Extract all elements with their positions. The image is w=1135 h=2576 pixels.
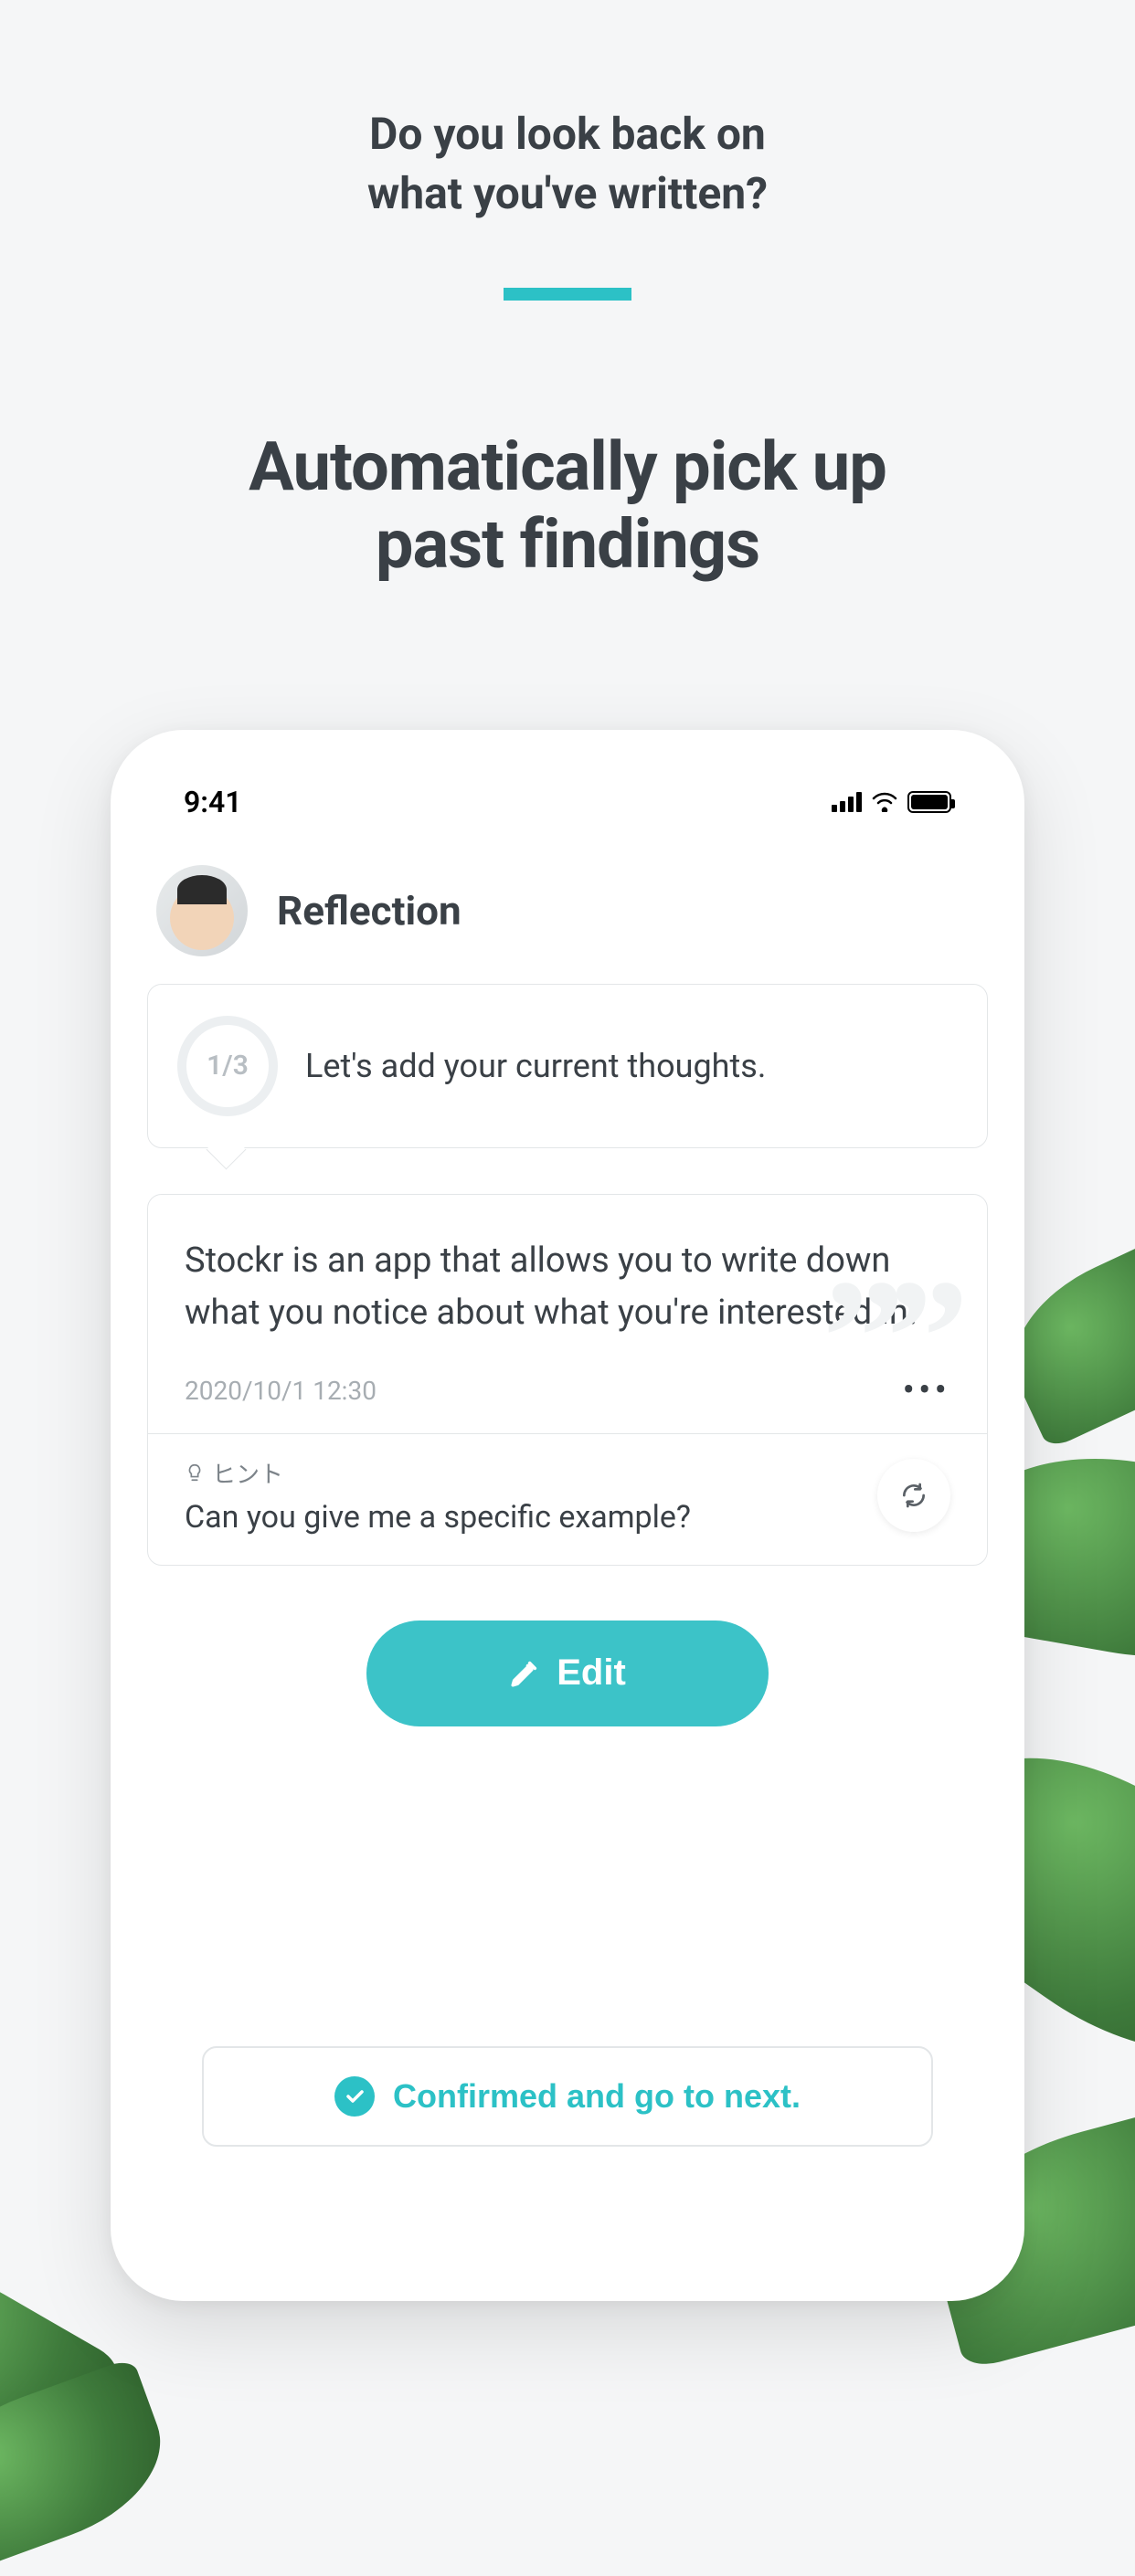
prompt-bubble: 1/3 Let's add your current thoughts. <box>147 984 988 1148</box>
status-bar: 9:41 <box>147 766 988 829</box>
question-line1: Do you look back on <box>369 108 766 160</box>
status-icons <box>832 791 951 813</box>
status-time: 9:41 <box>184 785 242 819</box>
pencil-icon <box>509 1658 540 1689</box>
divider-line <box>504 288 631 301</box>
battery-icon <box>907 791 951 813</box>
cellular-signal-icon <box>832 792 862 812</box>
marketing-header: Do you look back on what you've written? <box>0 0 1135 301</box>
step-badge: 1/3 <box>177 1016 278 1116</box>
hint-text: Can you give me a specific example? <box>185 1499 859 1536</box>
headline-line2: past findings <box>376 505 759 585</box>
confirm-button-label: Confirmed and go to next. <box>393 2077 801 2116</box>
check-circle-icon <box>334 2076 375 2117</box>
marketing-question: Do you look back on what you've written? <box>0 105 1135 224</box>
note-card: ”” Stockr is an app that allows you to w… <box>147 1194 988 1566</box>
hint-section: ヒント Can you give me a specific example? <box>148 1433 987 1565</box>
avatar[interactable] <box>156 865 248 956</box>
confirm-button[interactable]: Confirmed and go to next. <box>202 2046 933 2147</box>
lightbulb-icon <box>185 1462 205 1483</box>
note-timestamp: 2020/10/1 12:30 <box>185 1376 377 1406</box>
edit-button[interactable]: Edit <box>366 1621 769 1726</box>
question-line2: what you've written? <box>367 167 768 219</box>
refresh-hint-button[interactable] <box>877 1459 950 1532</box>
headline-line1: Automatically pick up <box>249 428 886 507</box>
note-text: Stockr is an app that allows you to writ… <box>185 1235 950 1339</box>
hint-label: ヒント <box>185 1456 859 1490</box>
marketing-headline: Automatically pick up past findings <box>0 428 1135 584</box>
more-options-button[interactable]: ••• <box>903 1381 951 1399</box>
app-header: Reflection <box>147 829 988 984</box>
wifi-icon <box>871 792 898 812</box>
refresh-icon <box>899 1481 928 1510</box>
screen-title: Reflection <box>277 887 461 934</box>
prompt-text: Let's add your current thoughts. <box>305 1047 766 1085</box>
phone-mockup: 9:41 Reflection 1/3 Let's add your curre… <box>111 730 1024 2301</box>
edit-button-label: Edit <box>557 1652 626 1694</box>
